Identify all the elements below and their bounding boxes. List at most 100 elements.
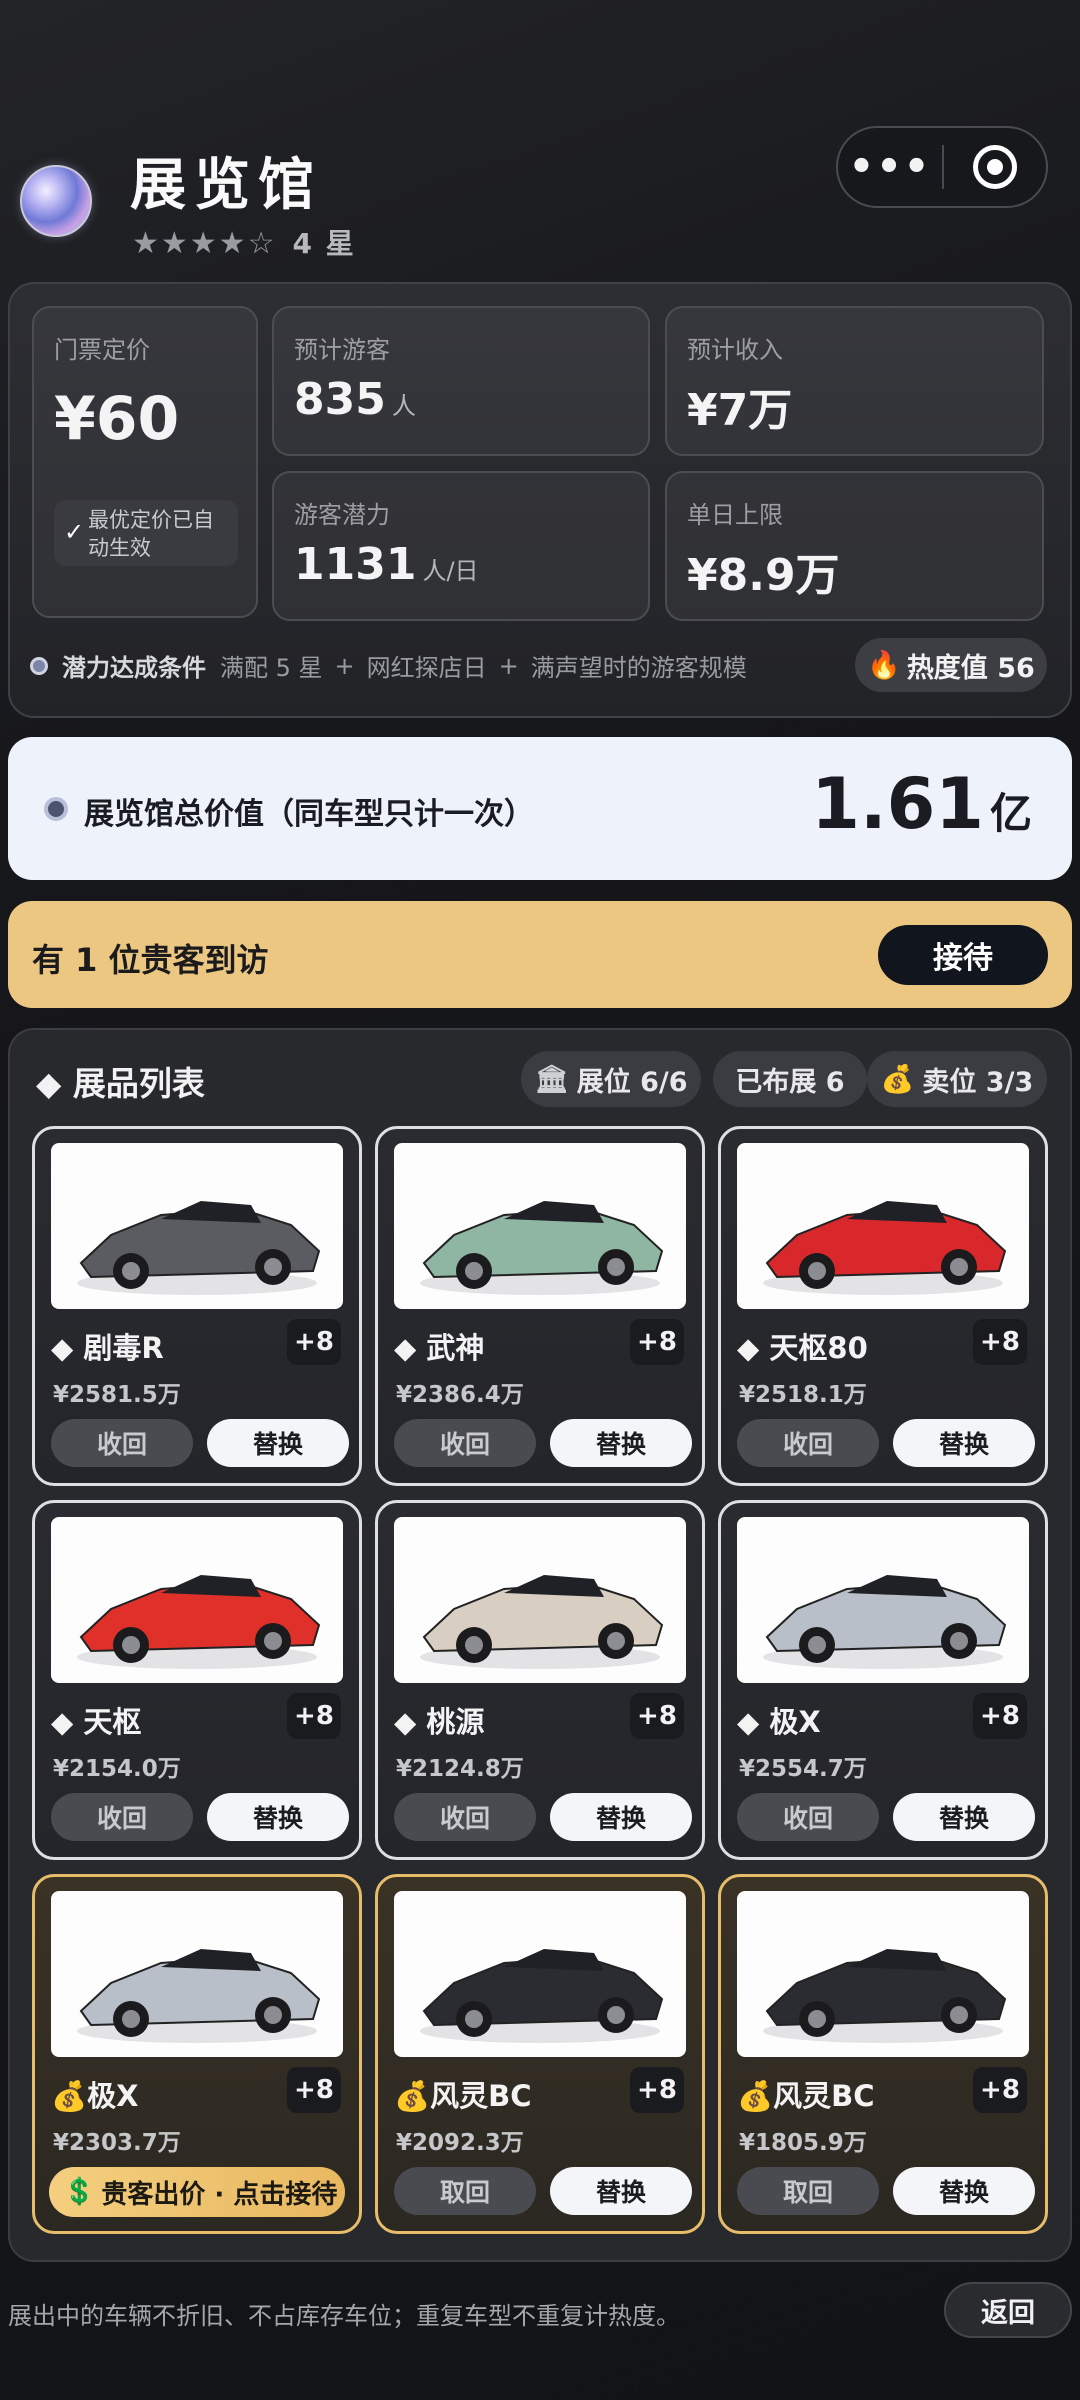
guest-offer-button[interactable]: 💲 贵客出价 · 点击接待 <box>49 2167 345 2217</box>
car-price: ¥1805.9万 <box>739 2130 867 2156</box>
daily-cap-label: 单日上限 <box>687 501 783 529</box>
info-dot-icon <box>30 656 48 675</box>
replace-button[interactable]: 替换 <box>550 1793 692 1841</box>
exhibits-title: ◆ 展品列表 <box>36 1064 205 1103</box>
car-name: 💰风灵BC <box>737 2079 875 2113</box>
more-icon[interactable]: ••• <box>838 147 942 187</box>
potential-label: 游客潜力 <box>294 501 390 529</box>
car-price: ¥2124.8万 <box>396 1756 524 1782</box>
target-icon <box>972 145 1017 189</box>
check-icon: ✓ <box>64 518 85 546</box>
ticket-price-value: ¥60 <box>54 384 180 454</box>
car-image <box>737 1517 1029 1683</box>
info-dot-icon <box>44 797 68 821</box>
withdraw-button[interactable]: 收回 <box>737 1419 879 1467</box>
condition-item: 满声望时的游客规模 <box>530 654 747 682</box>
selling-pill: 💰 卖位 3/3 <box>867 1051 1047 1107</box>
income-value: ¥7万 <box>687 385 793 436</box>
condition-plus: + <box>334 651 355 680</box>
moneybag-icon: 💰 <box>394 2079 431 2113</box>
car-image <box>394 1517 686 1683</box>
exhibit-card[interactable]: 💰风灵BC +8 ¥1805.9万取回 替换 <box>718 1874 1048 2234</box>
upgrade-badge: +8 <box>973 1319 1027 1365</box>
condition-item: 满配 5 星 <box>220 654 323 682</box>
upgrade-badge: +8 <box>287 1693 341 1739</box>
withdraw-button[interactable]: 收回 <box>51 1793 193 1841</box>
back-button[interactable]: 返回 <box>944 2282 1072 2338</box>
car-price: ¥2581.5万 <box>53 1382 181 1408</box>
upgrade-badge: +8 <box>630 2067 684 2113</box>
potential-tile: 游客潜力 1131 人/日 <box>272 471 650 621</box>
car-name: ◆ 天枢80 <box>737 1331 868 1365</box>
exhibit-card[interactable]: ◆ 天枢 +8 ¥2154.0万 收回 替换 <box>32 1500 362 1860</box>
museum-icon: 🏛 <box>534 1064 569 1095</box>
moneybag-icon: 💰 <box>737 2079 774 2113</box>
withdraw-button[interactable]: 取回 <box>394 2167 536 2215</box>
replace-button[interactable]: 替换 <box>550 2167 692 2215</box>
replace-button[interactable]: 替换 <box>893 2167 1035 2215</box>
coin-icon: 💲 <box>63 2177 96 2207</box>
upgrade-badge: +8 <box>973 2067 1027 2113</box>
exhibit-card[interactable]: 💰极X +8 ¥2303.7万 💲 贵客出价 · 点击接待 <box>32 1874 362 2234</box>
upgrade-badge: +8 <box>630 1319 684 1365</box>
exhibit-card[interactable]: ◆ 剧毒R +8 ¥2581.5万 收回 替换 <box>32 1126 362 1486</box>
visitors-label: 预计游客 <box>294 336 390 364</box>
displayed-pill: 已布展 6 <box>713 1051 867 1107</box>
visitors-tile: 预计游客 835 人 <box>272 306 650 456</box>
moneybag-icon: 💰 <box>880 1064 915 1095</box>
upgrade-badge: +8 <box>287 1319 341 1365</box>
replace-button[interactable]: 替换 <box>893 1793 1035 1841</box>
withdraw-button[interactable]: 收回 <box>737 1793 879 1841</box>
ticket-price-tile[interactable]: 门票定价 ¥60 ✓ 最优定价已自动生效 <box>32 306 258 618</box>
income-label: 预计收入 <box>687 336 783 364</box>
daily-cap-value: ¥8.9万 <box>687 550 840 601</box>
exhibit-card[interactable]: ◆ 桃源 +8 ¥2124.8万收回 替换 <box>375 1500 705 1860</box>
replace-button[interactable]: 替换 <box>207 1793 349 1841</box>
exhibit-card[interactable]: 💰风灵BC +8 ¥2092.3万取回 替换 <box>375 1874 705 2234</box>
withdraw-button[interactable]: 收回 <box>394 1793 536 1841</box>
total-value-bar: 展览馆总价值（同车型只计一次） 1.61 亿 <box>8 737 1072 880</box>
car-name: 💰极X <box>51 2079 139 2113</box>
car-price: ¥2092.3万 <box>396 2130 524 2156</box>
potential-condition: 潜力达成条件 满配 5 星 + 网红探店日 + 满声望时的游客规模 <box>30 648 747 683</box>
car-image <box>51 1891 343 2057</box>
upgrade-badge: +8 <box>287 2067 341 2113</box>
close-miniprogram-button[interactable] <box>944 145 1046 189</box>
exhibit-card[interactable]: ◆ 武神 +8 ¥2386.4万 收回 替换 <box>375 1126 705 1486</box>
condition-item: 网红探店日 <box>366 654 487 682</box>
upgrade-badge: +8 <box>973 1693 1027 1739</box>
condition-plus: + <box>498 651 519 680</box>
star-label: 4 星 <box>292 227 356 260</box>
car-image <box>51 1517 343 1683</box>
car-name: ◆ 天枢 <box>51 1705 142 1739</box>
fire-icon: 🔥 <box>867 650 901 681</box>
car-price: ¥2303.7万 <box>53 2130 181 2156</box>
replace-button[interactable]: 替换 <box>207 1419 349 1467</box>
withdraw-button[interactable]: 收回 <box>394 1419 536 1467</box>
pricing-tip: ✓ 最优定价已自动生效 <box>54 500 238 566</box>
replace-button[interactable]: 替换 <box>893 1419 1035 1467</box>
withdraw-button[interactable]: 取回 <box>737 2167 879 2215</box>
receive-guest-button[interactable]: 接待 <box>878 925 1048 985</box>
car-name: 💰风灵BC <box>394 2079 532 2113</box>
exhibit-card[interactable]: ◆ 极X +8 ¥2554.7万收回 替换 <box>718 1500 1048 1860</box>
daily-cap-tile: 单日上限 ¥8.9万 <box>665 471 1044 621</box>
car-name: ◆ 桃源 <box>394 1705 485 1739</box>
upgrade-badge: +8 <box>630 1693 684 1739</box>
gem-icon <box>20 165 92 237</box>
slots-pill: 🏛 展位 6/6 <box>521 1051 701 1107</box>
replace-button[interactable]: 替换 <box>550 1419 692 1467</box>
moneybag-icon: 💰 <box>51 2079 88 2113</box>
car-image <box>51 1143 343 1309</box>
car-name: ◆ 极X <box>737 1705 821 1739</box>
heat-badge[interactable]: 🔥 热度值 56 <box>855 638 1047 692</box>
car-price: ¥2554.7万 <box>739 1756 867 1782</box>
star-rating: ★★★★☆ 4 星 <box>132 222 356 262</box>
exhibit-card[interactable]: ◆ 天枢80 +8 ¥2518.1万 收回 替换 <box>718 1126 1048 1486</box>
car-image <box>737 1891 1029 2057</box>
visitors-value: 835 人 <box>294 374 416 425</box>
footer-note: 展出中的车辆不折旧、不占库存车位；重复车型不重复计热度。 <box>8 2302 680 2330</box>
potential-value: 1131 人/日 <box>294 539 479 590</box>
ticket-price-label: 门票定价 <box>54 336 150 364</box>
withdraw-button[interactable]: 收回 <box>51 1419 193 1467</box>
